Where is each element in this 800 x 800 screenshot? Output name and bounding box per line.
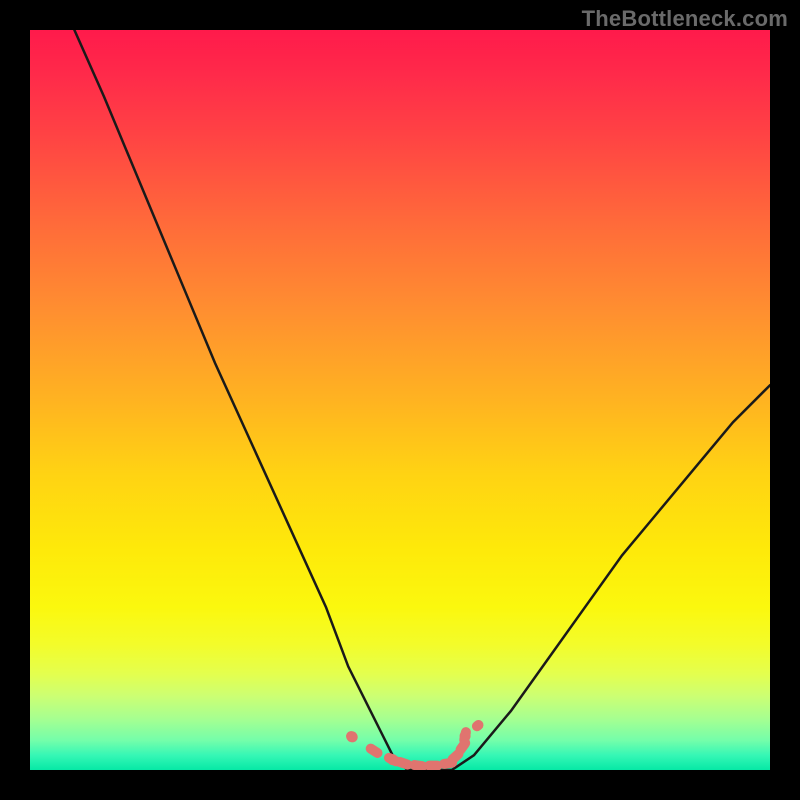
bottom-marker-dot bbox=[346, 731, 357, 742]
bottleneck-curve-path bbox=[74, 30, 770, 770]
bottom-marker-dot bbox=[460, 731, 471, 742]
plot-frame bbox=[30, 30, 770, 770]
bottom-marker bbox=[364, 742, 385, 760]
watermark-text: TheBottleneck.com bbox=[582, 6, 788, 32]
bottom-marker bbox=[470, 718, 486, 733]
plot-svg bbox=[30, 30, 770, 770]
